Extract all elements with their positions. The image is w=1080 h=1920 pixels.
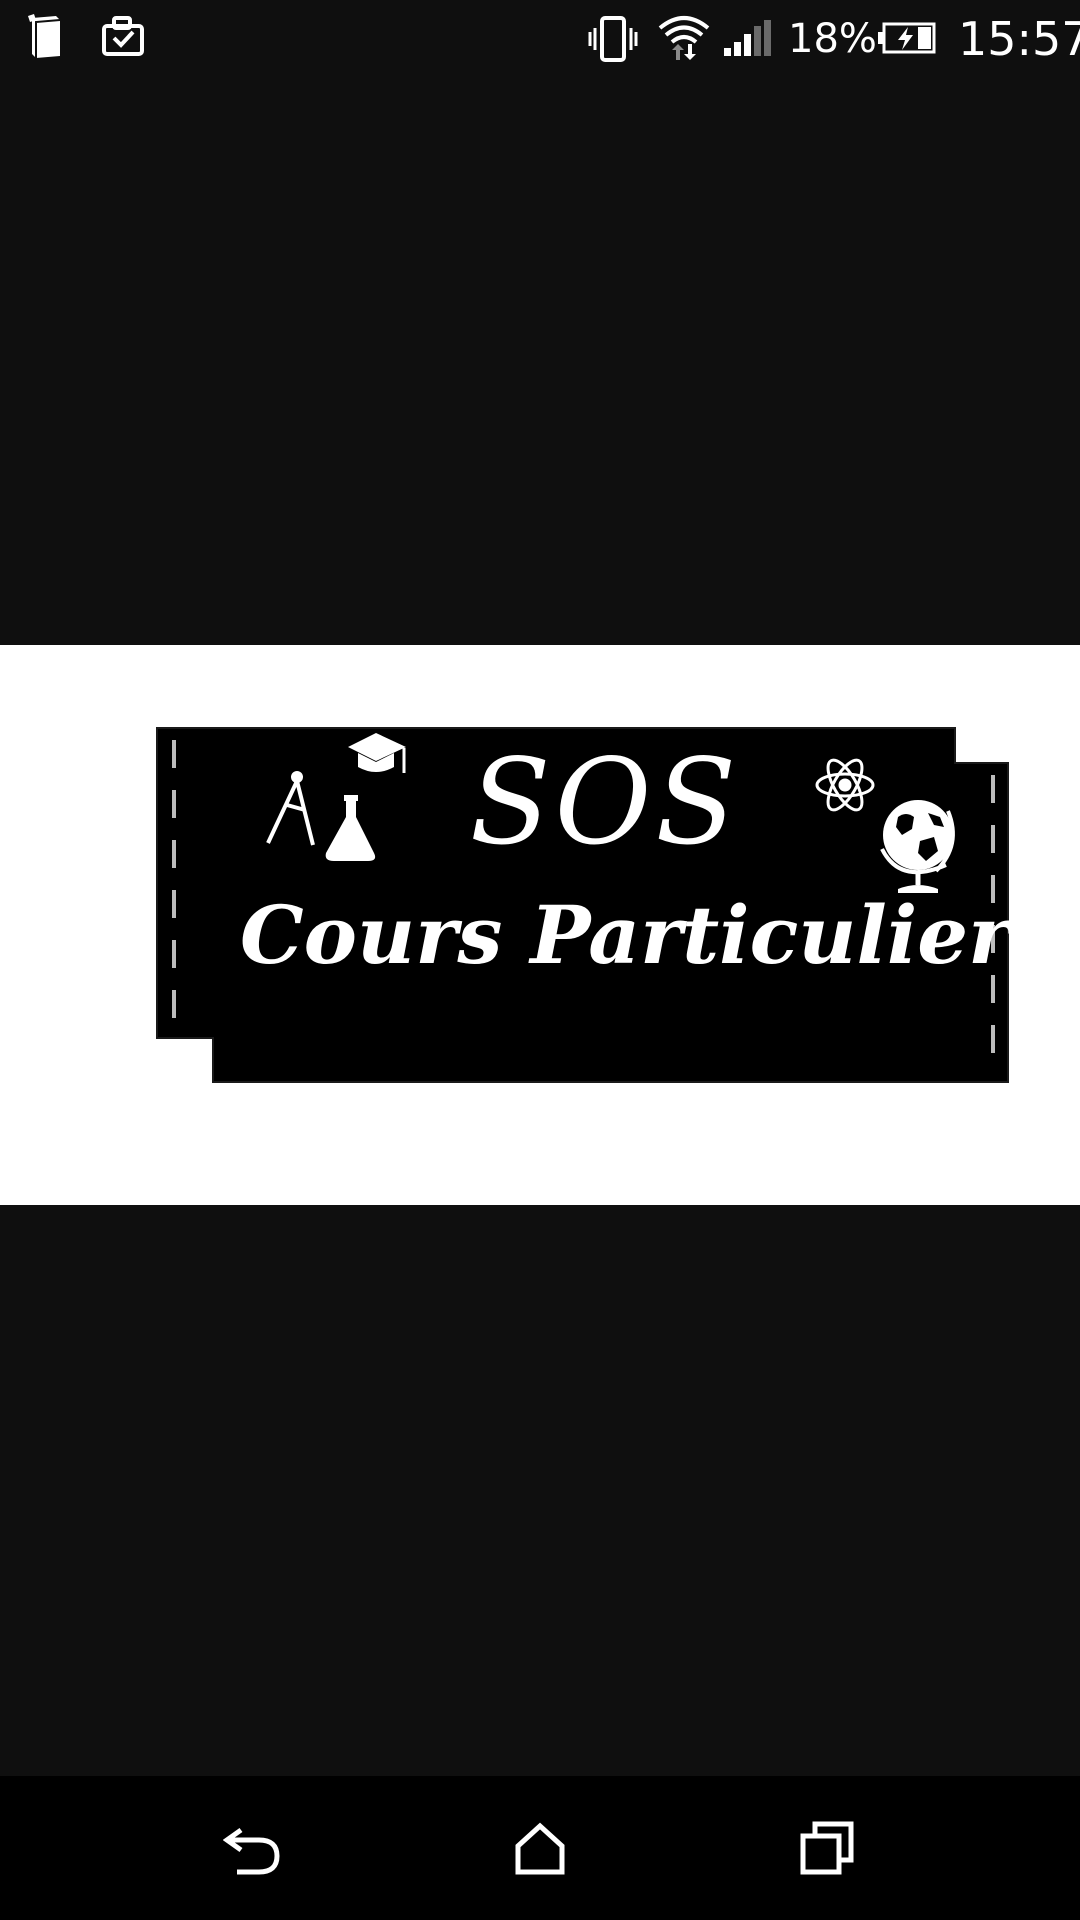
clock: 15:57	[958, 12, 1080, 66]
screen: 18% 15:57 SOS Cours Particuliers	[0, 0, 1080, 1920]
navigation-bar	[0, 1776, 1080, 1920]
cell-signal-icon	[722, 18, 772, 62]
vibrate-icon	[588, 14, 638, 68]
displayed-image[interactable]: SOS Cours Particuliers	[0, 645, 1080, 1205]
battery-charging-icon	[878, 20, 938, 60]
home-icon	[515, 1822, 565, 1875]
image-viewer[interactable]: SOS Cours Particuliers	[0, 78, 1080, 1776]
book-icon	[26, 12, 76, 66]
wifi-icon	[656, 12, 712, 68]
recents-icon	[800, 1821, 854, 1875]
logo-title: SOS	[469, 733, 741, 871]
battery-percent: 18%	[788, 16, 877, 62]
recents-button[interactable]	[787, 1808, 867, 1888]
back-button[interactable]	[213, 1808, 293, 1888]
home-button[interactable]	[500, 1808, 580, 1888]
briefcase-check-icon	[100, 14, 148, 64]
back-icon	[223, 1827, 280, 1875]
logo-subtitle: Cours Particuliers	[240, 888, 1056, 982]
status-bar: 18% 15:57	[0, 0, 1080, 78]
